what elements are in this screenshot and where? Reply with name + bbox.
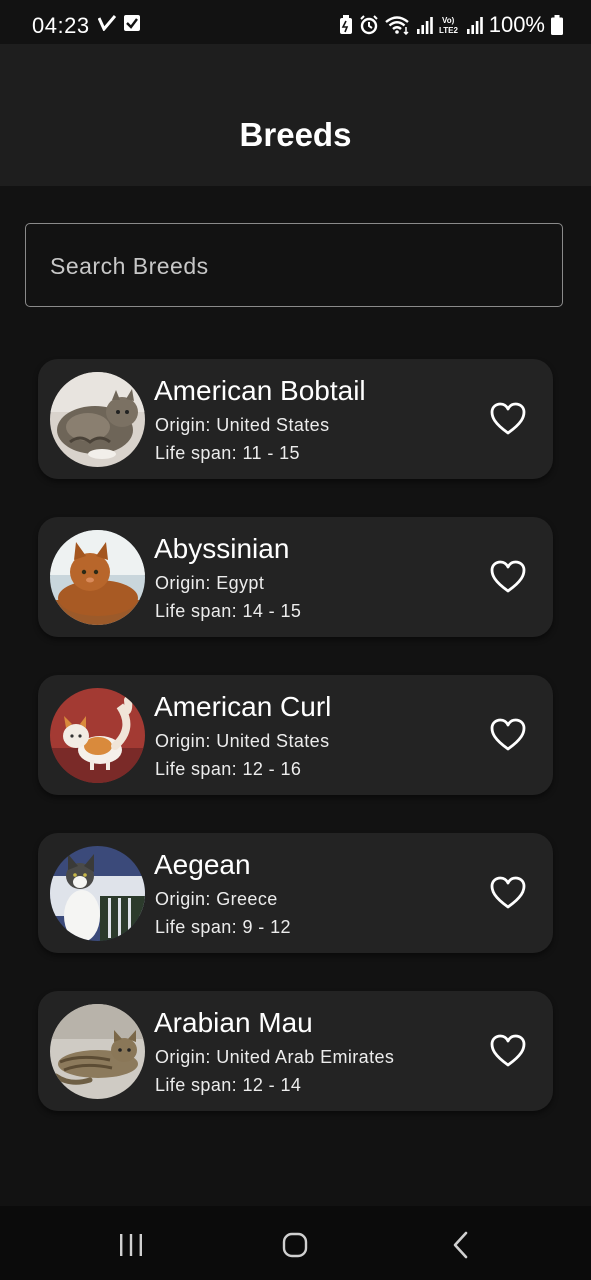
signal-icon	[416, 17, 433, 34]
heart-icon[interactable]	[490, 1034, 526, 1068]
volte-vo-label: Vo)	[442, 16, 455, 25]
breed-name: Arabian Mau	[154, 1007, 313, 1038]
breed-list: American Bobtail Origin: United States L…	[38, 359, 553, 1149]
breed-card[interactable]: Arabian Mau Origin: United Arab Emirates…	[38, 991, 553, 1111]
volte-lte-label: LTE2	[439, 26, 459, 35]
home-icon[interactable]	[280, 1230, 310, 1260]
heart-icon[interactable]	[490, 402, 526, 436]
back-icon[interactable]	[446, 1230, 476, 1260]
status-bar: 04:23 Vo) LTE2 100%	[0, 0, 591, 44]
breed-avatar-image	[50, 530, 145, 625]
search-placeholder: Search Breeds	[50, 253, 209, 279]
checkbox-icon	[124, 15, 140, 31]
breed-origin: Origin: United Arab Emirates	[155, 1047, 395, 1067]
status-time: 04:23	[32, 13, 90, 38]
breed-origin: Origin: Greece	[155, 889, 278, 909]
wifi-icon	[384, 16, 409, 35]
status-right-icons: Vo) LTE2 100%	[339, 12, 563, 38]
heart-icon[interactable]	[490, 718, 526, 752]
breed-life-span: Life span: 12 - 14	[155, 1075, 302, 1095]
signal-icon-2	[466, 17, 483, 34]
breed-name: American Bobtail	[154, 375, 366, 406]
breed-avatar-image	[50, 688, 145, 783]
breed-card[interactable]: American Curl Origin: United States Life…	[38, 675, 553, 795]
breed-origin: Origin: Egypt	[155, 573, 265, 593]
system-nav-bar	[0, 1206, 591, 1280]
heart-icon[interactable]	[490, 560, 526, 594]
breed-name: American Curl	[154, 691, 332, 722]
breed-card[interactable]: American Bobtail Origin: United States L…	[38, 359, 553, 479]
check-mark-icon	[98, 15, 116, 31]
breed-origin: Origin: United States	[155, 415, 330, 435]
breed-life-span: Life span: 14 - 15	[155, 601, 302, 621]
breed-life-span: Life span: 9 - 12	[155, 917, 291, 937]
battery-percentage: 100%	[488, 12, 545, 37]
breed-card[interactable]: Abyssinian Origin: Egypt Life span: 14 -…	[38, 517, 553, 637]
heart-icon[interactable]	[490, 876, 526, 910]
recent-apps-icon[interactable]	[116, 1230, 146, 1260]
search-input[interactable]: Search Breeds	[25, 223, 563, 307]
status-left-icons	[98, 15, 140, 31]
breed-origin: Origin: United States	[155, 731, 330, 751]
breed-avatar-image	[50, 372, 145, 467]
breed-avatar-image	[50, 1004, 145, 1099]
page-title: Breeds	[239, 116, 352, 153]
breed-name: Abyssinian	[154, 533, 290, 564]
app-bar: Breeds	[0, 44, 591, 186]
battery-icon	[551, 15, 563, 35]
breed-name: Aegean	[154, 849, 251, 880]
breed-avatar-image	[50, 846, 145, 941]
volte-icon: Vo) LTE2	[439, 16, 459, 35]
breed-life-span: Life span: 12 - 16	[155, 759, 302, 779]
breed-card[interactable]: Aegean Origin: Greece Life span: 9 - 12	[38, 833, 553, 953]
breed-life-span: Life span: 11 - 15	[155, 443, 300, 463]
battery-saver-icon	[339, 15, 352, 34]
alarm-icon	[360, 15, 378, 35]
